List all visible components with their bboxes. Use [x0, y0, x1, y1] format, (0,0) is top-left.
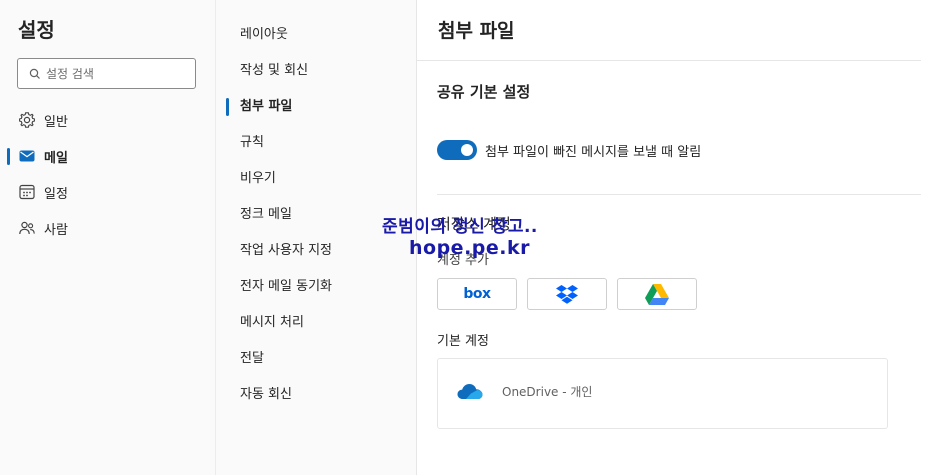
header-divider — [417, 60, 928, 61]
nav-label-mail: 메일 — [44, 150, 68, 166]
mail-subnav: 레이아웃 작성 및 회신 첨부 파일 규칙 비우기 정크 메일 작업 사용자 지… — [216, 0, 417, 475]
nav-label-people: 사람 — [44, 222, 68, 238]
subnav-item-layout[interactable]: 레이아웃 — [216, 17, 416, 53]
calendar-icon — [19, 184, 35, 200]
onedrive-icon — [457, 384, 483, 399]
settings-nav: 일반 메일 일정 사람 — [0, 102, 216, 246]
toggle-knob — [461, 144, 473, 156]
people-icon — [19, 221, 35, 235]
add-box-button[interactable]: box — [437, 278, 517, 310]
subnav-item-sweep[interactable]: 비우기 — [216, 161, 416, 197]
settings-search-input[interactable] — [46, 64, 191, 84]
google-drive-icon — [645, 283, 669, 305]
search-icon — [29, 68, 40, 79]
missing-attachment-label: 첨부 파일이 빠진 메시지를 보낼 때 알림 — [485, 145, 702, 160]
nav-label-calendar: 일정 — [44, 186, 68, 202]
scrollbar-track[interactable] — [921, 0, 929, 475]
gear-icon — [19, 112, 35, 128]
settings-title: 설정 — [18, 18, 55, 42]
default-account-card[interactable]: OneDrive - 개인 — [437, 358, 888, 429]
watermark-url: hope.pe.kr — [409, 237, 530, 259]
nav-item-calendar[interactable]: 일정 — [0, 174, 216, 210]
nav-item-mail[interactable]: 메일 — [0, 138, 216, 174]
subnav-item-email-sync[interactable]: 전자 메일 동기화 — [216, 269, 416, 305]
watermark-text: 준범이의 정신 창고.. — [382, 217, 538, 237]
subnav-item-message-handling[interactable]: 메시지 처리 — [216, 305, 416, 341]
dropbox-icon — [556, 285, 578, 304]
panel-title: 첨부 파일 — [438, 20, 515, 42]
missing-attachment-toggle[interactable] — [437, 140, 477, 160]
nav-item-general[interactable]: 일반 — [0, 102, 216, 138]
settings-sidebar: 설정 일반 메일 — [0, 0, 216, 475]
subnav-item-compose-reply[interactable]: 작성 및 회신 — [216, 53, 416, 89]
nav-item-people[interactable]: 사람 — [0, 210, 216, 246]
sharing-heading: 공유 기본 설정 — [437, 83, 531, 101]
box-logo-icon: box — [463, 286, 491, 302]
subnav-item-auto-replies[interactable]: 자동 회신 — [216, 377, 416, 413]
add-google-drive-button[interactable] — [617, 278, 697, 310]
default-account-name: OneDrive - 개인 — [502, 385, 593, 399]
settings-search-box[interactable] — [17, 58, 196, 89]
mail-icon — [19, 150, 35, 162]
add-dropbox-button[interactable] — [527, 278, 607, 310]
subnav-item-customize-actions[interactable]: 작업 사용자 지정 — [216, 233, 416, 269]
subnav-item-rules[interactable]: 규칙 — [216, 125, 416, 161]
nav-label-general: 일반 — [44, 114, 68, 130]
default-account-label: 기본 계정 — [437, 334, 489, 349]
section-divider — [437, 194, 928, 195]
subnav-item-forwarding[interactable]: 전달 — [216, 341, 416, 377]
subnav-item-attachments[interactable]: 첨부 파일 — [216, 89, 416, 125]
